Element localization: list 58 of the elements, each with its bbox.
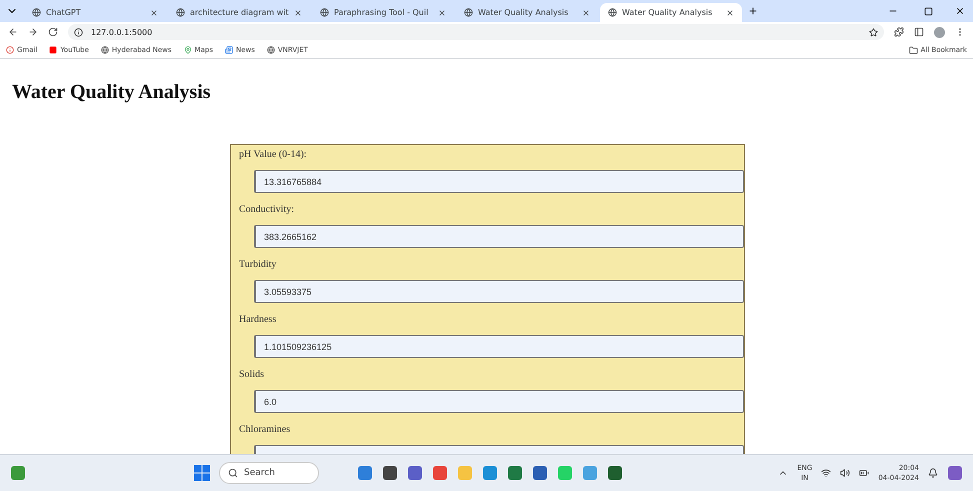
globe-icon <box>176 8 185 17</box>
input-field[interactable]: 1.101509236125 <box>254 335 744 358</box>
app-icon[interactable] <box>947 465 963 481</box>
app-icon[interactable] <box>532 465 548 481</box>
globe-icon <box>266 46 275 54</box>
app-icon[interactable] <box>407 465 423 481</box>
field-label: Conductivity: <box>239 203 295 217</box>
close-icon[interactable] <box>726 8 734 16</box>
star-icon[interactable] <box>869 28 878 36</box>
field-label: Chloramines <box>239 423 292 437</box>
field-label: Turbidity <box>239 258 278 272</box>
bell-icon[interactable] <box>928 468 938 478</box>
side-panel-icon[interactable] <box>914 27 924 37</box>
input-field[interactable]: 13.316765884 <box>254 170 744 193</box>
back-icon[interactable] <box>8 27 18 37</box>
close-icon[interactable] <box>294 8 302 16</box>
close-icon[interactable] <box>955 6 965 16</box>
globe-icon <box>608 8 617 17</box>
globe-icon <box>32 8 41 17</box>
globe-icon <box>320 8 329 17</box>
app-icon[interactable] <box>507 465 523 481</box>
search-icon <box>228 468 238 478</box>
new-tab-icon[interactable] <box>748 6 758 16</box>
wifi-icon[interactable] <box>821 468 832 478</box>
site-info-icon[interactable] <box>74 28 83 36</box>
speaker-icon[interactable] <box>840 468 850 478</box>
search-field[interactable]: Search <box>219 462 319 484</box>
map-pin-icon <box>184 46 192 54</box>
globe-icon <box>100 46 109 54</box>
extensions-icon[interactable] <box>894 27 904 37</box>
browser-tab[interactable]: ChatGPT <box>24 3 166 22</box>
field-label: Solids <box>239 368 266 382</box>
browser-tab[interactable]: Paraphrasing Tool - Quil <box>312 3 454 22</box>
field-label: Hardness <box>239 313 278 327</box>
close-icon[interactable] <box>582 8 590 16</box>
page-heading: Water Quality Analysis <box>12 81 212 104</box>
profile-avatar[interactable] <box>934 26 945 38</box>
browser-tab[interactable]: Water Quality Analysis <box>456 3 598 22</box>
browser-tab[interactable]: Water Quality Analysis <box>600 3 742 22</box>
browser-tab[interactable]: architecture diagram wit <box>168 3 310 22</box>
folder-icon <box>908 46 918 54</box>
input-field[interactable]: 6.0 <box>254 390 744 413</box>
input-field[interactable]: 3.05593375 <box>254 280 744 303</box>
app-icon[interactable] <box>382 465 398 481</box>
close-icon[interactable] <box>150 8 158 16</box>
battery-icon[interactable] <box>859 468 870 478</box>
close-icon[interactable] <box>438 8 446 16</box>
input-field[interactable]: 383.2665162 <box>254 225 744 248</box>
app-icon[interactable] <box>607 465 623 481</box>
newspaper-icon <box>224 46 233 54</box>
forward-icon[interactable] <box>28 27 38 37</box>
app-icon[interactable] <box>357 465 373 481</box>
field-label: pH Value (0-14): <box>239 148 308 162</box>
maximize-icon[interactable] <box>924 6 933 16</box>
reload-icon[interactable] <box>48 27 58 37</box>
address-bar[interactable]: 127.0.0.1:5000 <box>68 24 884 40</box>
windows-start-icon[interactable] <box>194 465 210 481</box>
globe-icon <box>464 8 473 17</box>
